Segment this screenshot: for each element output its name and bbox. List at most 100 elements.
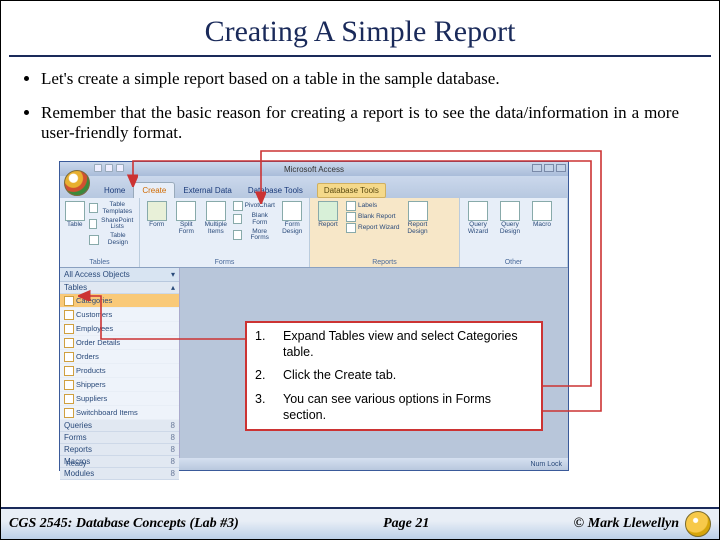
ribbon-btn-report-design[interactable]: Report Design xyxy=(404,201,432,236)
report-icon xyxy=(318,201,338,221)
ribbon-btn-table-design[interactable]: Table Design xyxy=(89,232,135,247)
instruction-callout: 1. Expand Tables view and select Categor… xyxy=(245,321,543,431)
blank-form-icon xyxy=(233,214,243,224)
ribbon-btn-sharepoint-lists[interactable]: SharePoint Lists xyxy=(89,217,135,232)
query-design-icon xyxy=(500,201,520,221)
step-text: Click the Create tab. xyxy=(283,368,533,384)
tab-create[interactable]: Create xyxy=(133,182,175,198)
ribbon-group-other: Query Wizard Query Design Macro Other xyxy=(460,198,568,267)
ribbon-btn-macro[interactable]: Macro xyxy=(528,201,556,229)
nav-section-reports[interactable]: Reports8 xyxy=(60,444,179,456)
nav-section-queries[interactable]: Queries8 xyxy=(60,420,179,432)
ribbon-group-tables: Table Table Templates SharePoint Lists T… xyxy=(60,198,140,267)
maximize-icon[interactable] xyxy=(544,164,554,172)
close-icon[interactable] xyxy=(556,164,566,172)
nav-section-tables[interactable]: Tables▴ xyxy=(60,282,179,294)
ribbon-btn-report[interactable]: Report xyxy=(314,201,342,229)
nav-item-orders[interactable]: Orders xyxy=(60,350,179,364)
step-number: 3. xyxy=(255,392,269,423)
more-forms-icon xyxy=(233,230,242,240)
ribbon-btn-multiple-items[interactable]: Multiple Items xyxy=(203,201,229,236)
bullet-list: Let's create a simple report based on a … xyxy=(1,65,719,143)
nav-item-customers[interactable]: Customers xyxy=(60,308,179,322)
ribbon-btn-table[interactable]: Table xyxy=(64,201,85,229)
bullet-item: Let's create a simple report based on a … xyxy=(41,69,679,89)
ribbon-btn-blank-report[interactable]: Blank Report xyxy=(346,212,400,222)
nav-item-order-details[interactable]: Order Details xyxy=(60,336,179,350)
step-number: 2. xyxy=(255,368,269,384)
nav-section-modules[interactable]: Modules8 xyxy=(60,468,179,480)
step-number: 1. xyxy=(255,329,269,360)
form-design-icon xyxy=(282,201,302,221)
nav-item-suppliers[interactable]: Suppliers xyxy=(60,392,179,406)
collapse-icon[interactable]: ▴ xyxy=(171,283,175,292)
ribbon-btn-split-form[interactable]: Split Form xyxy=(174,201,200,236)
ribbon-btn-table-templates[interactable]: Table Templates xyxy=(89,201,135,216)
ribbon-btn-blank-form[interactable]: Blank Form xyxy=(233,212,276,227)
instruction-row: 2. Click the Create tab. xyxy=(255,368,533,384)
table-icon xyxy=(65,201,85,221)
bullet-item: Remember that the basic reason for creat… xyxy=(41,103,679,143)
ribbon-btn-more-forms[interactable]: More Forms xyxy=(233,228,276,243)
ucf-logo-icon xyxy=(685,511,711,537)
ribbon-btn-query-design[interactable]: Query Design xyxy=(496,201,524,236)
report-design-icon xyxy=(408,201,428,221)
step-text: Expand Tables view and select Categories… xyxy=(283,329,533,360)
footer-center: Page 21 xyxy=(383,516,429,532)
split-form-icon xyxy=(176,201,196,221)
status-right: Num Lock xyxy=(530,461,562,468)
slide-footer: CGS 2545: Database Concepts (Lab #3) Pag… xyxy=(1,507,719,539)
quick-access-toolbar xyxy=(94,164,124,172)
app-title: Microsoft Access xyxy=(284,165,344,174)
office-button[interactable] xyxy=(64,170,90,196)
ribbon-group-forms: Form Split Form Multiple Items PivotChar… xyxy=(140,198,310,267)
slide: Creating A Simple Report Let's create a … xyxy=(0,0,720,540)
ribbon-group-label: Forms xyxy=(144,258,305,266)
nav-pane-header[interactable]: All Access Objects ▾ xyxy=(60,268,179,282)
nav-item-products[interactable]: Products xyxy=(60,364,179,378)
step-text: You can see various options in Forms sec… xyxy=(283,392,533,423)
instruction-row: 3. You can see various options in Forms … xyxy=(255,392,533,423)
pivotchart-icon xyxy=(233,201,243,211)
nav-item-switchboard[interactable]: Switchboard Items xyxy=(60,406,179,420)
ribbon-group-reports: Report Labels Blank Report Report Wizard… xyxy=(310,198,460,267)
ribbon-btn-labels[interactable]: Labels xyxy=(346,201,400,211)
tab-home[interactable]: Home xyxy=(96,183,133,198)
window-buttons[interactable] xyxy=(532,164,566,172)
ribbon-tabstrip: Home Create External Data Database Tools… xyxy=(60,176,568,198)
nav-item-employees[interactable]: Employees xyxy=(60,322,179,336)
macro-icon xyxy=(532,201,552,221)
footer-right: © Mark Llewellyn xyxy=(574,516,679,532)
tab-database-tools[interactable]: Database Tools xyxy=(240,183,311,198)
ribbon-group-label: Reports xyxy=(314,258,455,266)
status-left: Ready xyxy=(66,461,86,468)
nav-item-categories[interactable]: Categories xyxy=(60,294,179,308)
tab-external-data[interactable]: External Data xyxy=(175,183,239,198)
ribbon-group-label: Tables xyxy=(64,258,135,266)
ribbon-btn-form[interactable]: Form xyxy=(144,201,170,229)
report-wizard-icon xyxy=(346,223,356,233)
ribbon-btn-query-wizard[interactable]: Query Wizard xyxy=(464,201,492,236)
chevron-down-icon[interactable]: ▾ xyxy=(171,270,175,279)
labels-icon xyxy=(346,201,356,211)
navigation-pane[interactable]: All Access Objects ▾ Tables▴ Categories … xyxy=(60,268,180,458)
table-design-icon xyxy=(89,235,98,245)
minimize-icon[interactable] xyxy=(532,164,542,172)
sharepoint-icon xyxy=(89,219,97,229)
ribbon-btn-report-wizard[interactable]: Report Wizard xyxy=(346,223,400,233)
contextual-tab-database-tools[interactable]: Database Tools xyxy=(317,183,386,198)
nav-item-shippers[interactable]: Shippers xyxy=(60,378,179,392)
slide-title: Creating A Simple Report xyxy=(9,1,711,57)
window-titlebar: Microsoft Access xyxy=(60,162,568,176)
multiple-items-icon xyxy=(206,201,226,221)
blank-report-icon xyxy=(346,212,356,222)
ribbon-btn-pivotchart[interactable]: PivotChart xyxy=(233,201,276,211)
query-wizard-icon xyxy=(468,201,488,221)
table-templates-icon xyxy=(89,203,97,213)
nav-section-forms[interactable]: Forms8 xyxy=(60,432,179,444)
ribbon-btn-form-design[interactable]: Form Design xyxy=(279,201,305,236)
footer-left: CGS 2545: Database Concepts (Lab #3) xyxy=(9,516,239,532)
ribbon-group-label: Other xyxy=(464,258,563,266)
instruction-row: 1. Expand Tables view and select Categor… xyxy=(255,329,533,360)
form-icon xyxy=(147,201,167,221)
